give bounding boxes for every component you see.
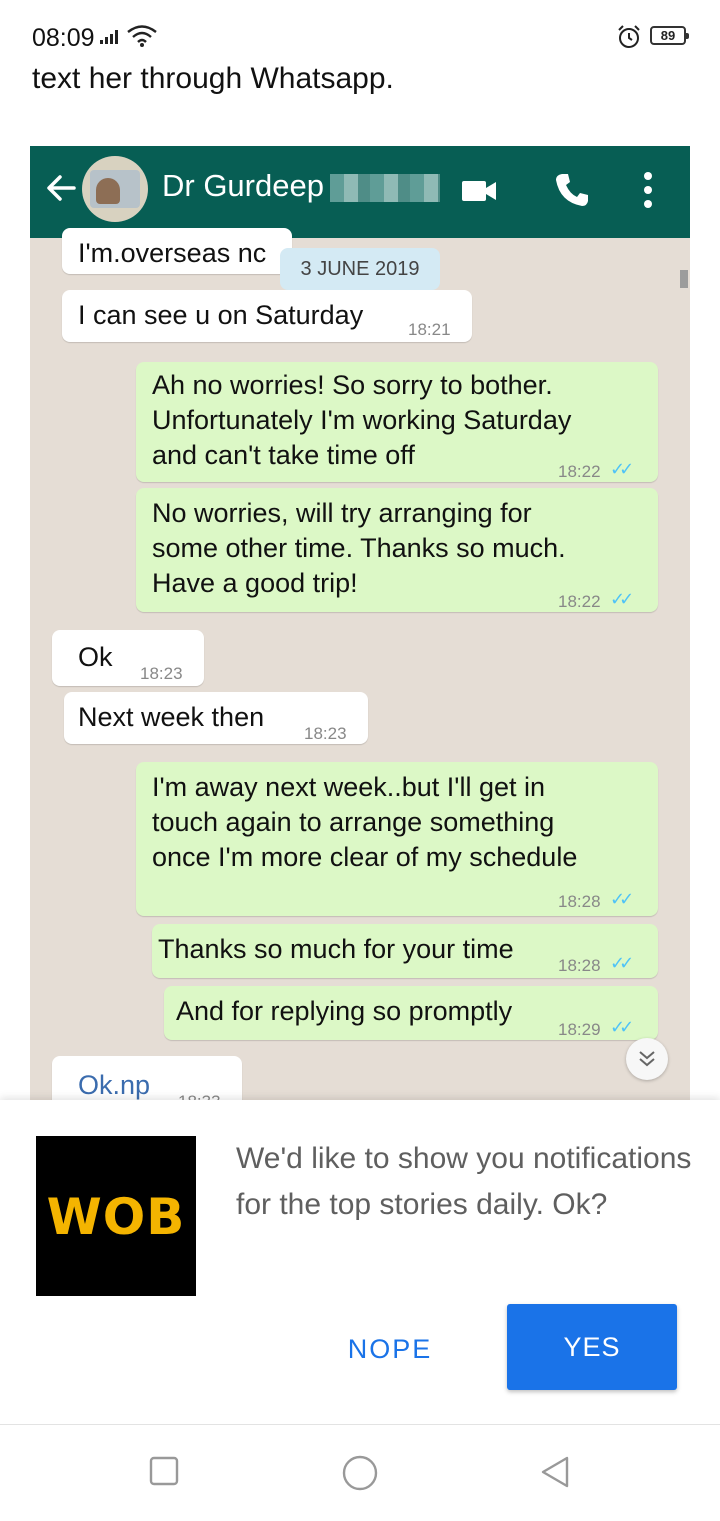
message-text: Ok.np: [78, 1070, 151, 1100]
message-time: 18:23: [140, 664, 183, 683]
message-bubble-incoming: Next week then 18:23: [64, 692, 368, 744]
message-bubble-outgoing: Thanks so much for your time 18:28 ✓✓: [152, 924, 658, 978]
blurred-surname: [330, 174, 440, 202]
message-text: And for replying so promptly: [176, 996, 513, 1026]
message-text: Ah no worries! So sorry to bother. Unfor…: [152, 370, 572, 470]
contact-name: Dr Gurdeep: [162, 168, 324, 203]
message-bubble-incoming: I'm.overseas nc: [62, 228, 292, 274]
date-divider: 3 JUNE 2019: [280, 248, 440, 290]
article-text: text her through Whatsapp.: [32, 62, 394, 95]
message-bubble-outgoing: Ah no worries! So sorry to bother. Unfor…: [136, 362, 658, 482]
signal-icon: [100, 30, 118, 44]
notification-permission-prompt: WOB We'd like to show you notifications …: [0, 1100, 720, 1424]
video-call-icon: [462, 181, 496, 201]
message-time: 18:22: [558, 592, 601, 611]
read-ticks-icon: ✓✓: [610, 589, 634, 610]
battery-icon: 89: [650, 26, 689, 45]
message-time: 18:21: [408, 320, 451, 339]
notification-message: We'd like to show you notifications for …: [236, 1142, 692, 1221]
message-bubble-outgoing: No worries, will try arranging for some …: [136, 488, 658, 612]
read-ticks-icon: ✓✓: [610, 889, 634, 910]
status-bar: 08:09 89: [0, 0, 720, 70]
whatsapp-header: Dr Gurdeep: [30, 146, 690, 238]
wob-logo: WOB: [36, 1136, 196, 1296]
message-text: Ok: [78, 642, 113, 672]
more-options-icon: [644, 172, 652, 208]
message-time: 18:22: [558, 462, 601, 481]
system-nav-bar: [0, 1424, 720, 1521]
message-time: 18:29: [558, 1020, 601, 1039]
read-ticks-icon: ✓✓: [610, 953, 634, 974]
nope-button[interactable]: NOPE: [320, 1306, 460, 1392]
back-arrow-icon: [47, 175, 76, 201]
message-text: I'm.overseas nc: [78, 238, 267, 268]
message-time: 18:28: [558, 956, 601, 975]
contact-avatar: [82, 156, 148, 222]
yes-button[interactable]: YES: [507, 1304, 677, 1390]
message-bubble-outgoing: I'm away next week..but I'll get in touc…: [136, 762, 658, 916]
status-time: 08:09: [32, 24, 95, 52]
message-time: 18:33: [178, 1084, 221, 1100]
message-text: I can see u on Saturday: [78, 300, 364, 330]
read-ticks-icon: ✓✓: [610, 459, 634, 480]
message-bubble-incoming: I can see u on Saturday 18:21: [62, 290, 472, 342]
home-icon[interactable]: [341, 1455, 379, 1493]
whatsapp-screenshot-image: Dr Gurdeep I'm.overseas nc 3 JUNE 2019 I…: [30, 146, 690, 1100]
message-text: I'm away next week..but I'll get in touc…: [152, 772, 578, 872]
back-icon[interactable]: [538, 1455, 572, 1489]
double-chevron-down-icon: [626, 1038, 668, 1080]
message-bubble-incoming: Ok 18:23: [52, 630, 204, 686]
message-time: 18:23: [304, 724, 347, 743]
message-bubble-incoming: Ok.np 18:33: [52, 1056, 242, 1100]
recent-apps-icon[interactable]: [148, 1455, 180, 1487]
message-text: No worries, will try arranging for some …: [152, 498, 566, 598]
voice-call-icon: [556, 174, 588, 206]
wifi-icon: [127, 25, 157, 47]
alarm-icon: [618, 25, 640, 48]
message-text: Thanks so much for your time: [158, 934, 514, 964]
scroll-indicator: [680, 270, 688, 288]
message-bubble-outgoing: And for replying so promptly 18:29 ✓✓: [164, 986, 658, 1040]
message-time: 18:28: [558, 892, 601, 911]
message-text: Next week then: [78, 702, 265, 732]
